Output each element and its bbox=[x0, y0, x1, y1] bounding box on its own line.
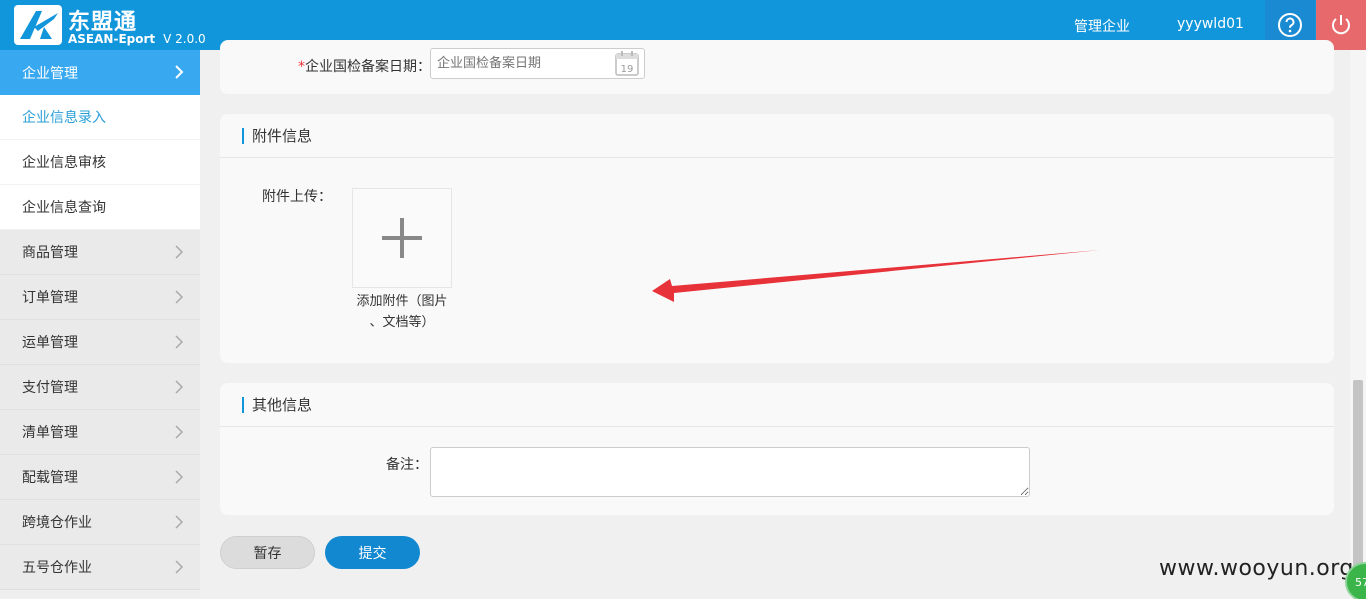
upload-caption-line2: 、文档等） bbox=[369, 315, 435, 330]
page-scrollbar[interactable] bbox=[1350, 50, 1366, 599]
power-icon bbox=[1332, 15, 1350, 35]
filing-date-label: *企业国检备案日期： bbox=[298, 56, 431, 76]
chevron-right-icon bbox=[175, 245, 184, 259]
basic-info-card: *企业国检备案日期： 19 bbox=[220, 40, 1334, 94]
watermark-text: www.wooyun.org bbox=[1159, 556, 1354, 581]
sidebar-item-enterprise-query[interactable]: 企业信息查询 bbox=[0, 185, 200, 230]
section-accent-bar bbox=[242, 396, 244, 413]
attachment-card: 附件信息 附件上传： 添加附件（图片 、文档等） bbox=[220, 114, 1334, 363]
sidebar-item-waybills[interactable]: 运单管理 bbox=[0, 320, 200, 365]
chevron-right-icon bbox=[175, 335, 184, 349]
other-info-card: 其他信息 备注： bbox=[220, 383, 1334, 515]
sidebar-item-label: 五号仓作业 bbox=[22, 560, 92, 576]
brand-logo[interactable]: 东盟通 ASEAN-Eport V 2.0.0 bbox=[14, 3, 206, 47]
brand-sub-text: ASEAN-Eport bbox=[68, 32, 156, 46]
chevron-right-icon bbox=[175, 470, 184, 484]
sidebar-item-orders[interactable]: 订单管理 bbox=[0, 275, 200, 320]
main-content: *企业国检备案日期： 19 附件信息 附件上传： 添加附件（图片 、文档等） bbox=[200, 40, 1350, 599]
sidebar-item-crossborder-warehouse[interactable]: 跨境仓作业 bbox=[0, 500, 200, 545]
sidebar-item-enterprise-entry[interactable]: 企业信息录入 bbox=[0, 95, 200, 140]
sidebar-group-label: 企业管理 bbox=[22, 65, 78, 82]
attachment-section-title: 附件信息 bbox=[252, 127, 313, 145]
sidebar-item-payments[interactable]: 支付管理 bbox=[0, 365, 200, 410]
brand-logo-icon bbox=[14, 5, 62, 45]
sidebar-item-label: 配载管理 bbox=[22, 470, 78, 486]
sidebar-item-label: 跨境仓作业 bbox=[22, 515, 92, 531]
sidebar: 企业管理 企业信息录入 企业信息审核 企业信息查询 商品管理 订单管理 运单管理… bbox=[0, 50, 200, 599]
plus-icon bbox=[382, 218, 422, 258]
other-section-header: 其他信息 bbox=[220, 383, 1334, 427]
other-section-title: 其他信息 bbox=[252, 396, 313, 414]
sidebar-item-stowage[interactable]: 配载管理 bbox=[0, 455, 200, 500]
upload-caption: 添加附件（图片 、文档等） bbox=[348, 291, 456, 333]
sidebar-item-enterprise-review[interactable]: 企业信息审核 bbox=[0, 140, 200, 185]
remark-textarea[interactable] bbox=[430, 447, 1030, 497]
sidebar-item-label: 支付管理 bbox=[22, 380, 78, 396]
question-circle-icon bbox=[1278, 13, 1302, 37]
chevron-right-icon bbox=[175, 290, 184, 304]
chevron-right-icon bbox=[175, 515, 184, 529]
sidebar-item-label: 运单管理 bbox=[22, 335, 78, 351]
filing-date-label-text: 企业国检备案日期： bbox=[305, 59, 431, 75]
add-attachment-button[interactable] bbox=[352, 188, 452, 288]
required-mark: * bbox=[298, 59, 305, 75]
attachment-section-header: 附件信息 bbox=[220, 114, 1334, 158]
remark-label: 备注： bbox=[386, 457, 428, 473]
username-label[interactable]: yyywld01 bbox=[1177, 16, 1244, 32]
filing-date-input[interactable] bbox=[430, 48, 645, 79]
submit-button[interactable]: 提交 bbox=[325, 536, 420, 569]
chevron-right-icon bbox=[175, 380, 184, 394]
chevron-right-icon bbox=[175, 560, 184, 574]
upload-label: 附件上传： bbox=[262, 189, 332, 205]
section-accent-bar bbox=[242, 127, 244, 144]
save-draft-button[interactable]: 暂存 bbox=[220, 536, 315, 569]
calendar-day: 19 bbox=[621, 64, 634, 75]
version-label: V 2.0.0 bbox=[163, 32, 206, 46]
sidebar-item-manifests[interactable]: 清单管理 bbox=[0, 410, 200, 455]
sidebar-item-label: 商品管理 bbox=[22, 245, 78, 261]
upload-caption-line1: 添加附件（图片 bbox=[356, 294, 448, 309]
brand-subtitle: ASEAN-Eport V 2.0.0 bbox=[68, 32, 206, 46]
sidebar-group-enterprise[interactable]: 企业管理 bbox=[0, 50, 200, 95]
sidebar-item-warehouse-5[interactable]: 五号仓作业 bbox=[0, 545, 200, 590]
chevron-right-icon bbox=[175, 65, 184, 79]
sidebar-item-label: 订单管理 bbox=[22, 290, 78, 306]
sidebar-item-goods[interactable]: 商品管理 bbox=[0, 230, 200, 275]
manage-company-link[interactable]: 管理企业 bbox=[1074, 16, 1130, 36]
calendar-icon[interactable]: 19 bbox=[615, 50, 639, 76]
sidebar-item-label: 清单管理 bbox=[22, 425, 78, 441]
chevron-right-icon bbox=[175, 425, 184, 439]
